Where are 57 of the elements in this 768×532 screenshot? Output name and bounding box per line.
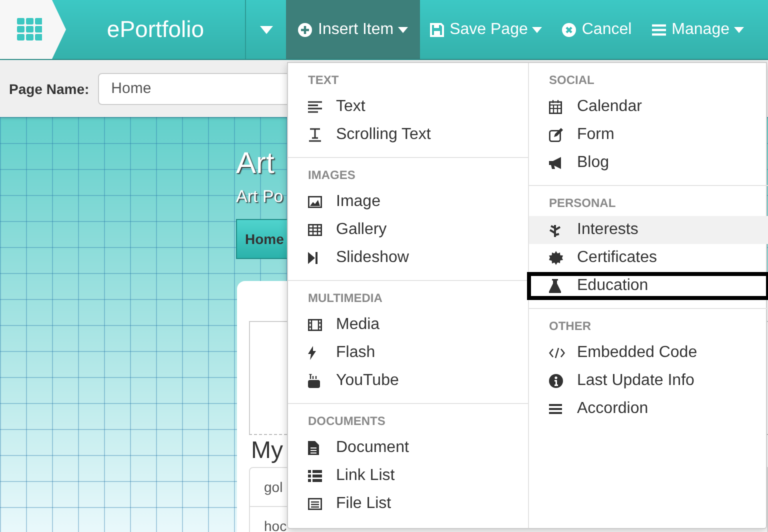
menu-section-header: MULTIMEDIA xyxy=(308,290,384,307)
menu-item[interactable]: Link List xyxy=(288,462,528,490)
menu-section-header: OTHER xyxy=(549,318,592,335)
section-heading: My xyxy=(251,437,283,465)
app-launcher-tab[interactable] xyxy=(0,0,66,59)
info-icon xyxy=(549,374,563,388)
menu-item[interactable]: File List xyxy=(288,490,528,518)
menu-item[interactable]: Last Update Info xyxy=(529,367,768,395)
menu-item[interactable]: Education xyxy=(527,272,768,300)
menu-icon xyxy=(549,403,562,415)
close-icon xyxy=(562,22,576,36)
lightning-icon xyxy=(308,346,316,360)
film-icon xyxy=(308,319,322,331)
menu-item[interactable]: Media xyxy=(288,311,528,339)
site-subtitle: Art Po xyxy=(236,187,284,207)
menu-item[interactable]: Document xyxy=(288,434,528,462)
align-left-icon xyxy=(308,101,322,113)
flask-icon xyxy=(549,279,561,293)
certificate-icon xyxy=(549,251,563,265)
grid-icon xyxy=(16,18,42,41)
menu-item[interactable]: YouTube xyxy=(288,367,528,395)
menu-item[interactable]: Scrolling Text xyxy=(288,121,528,149)
megaphone-icon xyxy=(549,157,563,169)
app-title: ePortfolio xyxy=(66,0,246,59)
plus-circle-icon xyxy=(298,22,312,36)
floppy-icon xyxy=(430,22,444,36)
leaf-icon xyxy=(549,223,561,237)
menu-item[interactable]: Embedded Code xyxy=(529,339,768,367)
calendar-icon xyxy=(549,100,562,114)
step-forward-icon xyxy=(308,252,318,264)
menu-icon xyxy=(652,24,666,36)
picture-icon xyxy=(308,196,322,208)
menu-item[interactable]: Form xyxy=(529,121,768,149)
code-icon xyxy=(549,347,565,359)
menu-item[interactable]: Calendar xyxy=(529,93,768,121)
site-title: Art xyxy=(236,147,274,181)
document-icon xyxy=(308,441,319,455)
list-box-icon xyxy=(308,498,322,510)
field-label: Page Name: xyxy=(9,80,90,96)
menu-section-header: DOCUMENTS xyxy=(308,413,386,430)
menu-item[interactable]: Certificates xyxy=(529,244,768,272)
table-icon xyxy=(308,224,322,236)
menu-item[interactable]: Accordion xyxy=(529,395,768,423)
menu-section-header: IMAGES xyxy=(308,167,356,184)
menu-item[interactable]: Image xyxy=(288,188,528,216)
menu-item[interactable]: Blog xyxy=(529,149,768,177)
edit-icon xyxy=(549,128,563,142)
menu-section-header: SOCIAL xyxy=(549,72,596,89)
video-logo-icon xyxy=(308,374,320,388)
menu-item[interactable]: Flash xyxy=(288,339,528,367)
list-icon xyxy=(308,470,322,482)
text-height-icon xyxy=(308,128,322,142)
menu-section-header: TEXT xyxy=(308,72,340,89)
menu-section-header: PERSONAL xyxy=(549,195,617,212)
caret-icon xyxy=(260,26,272,34)
menu-item[interactable]: Interests xyxy=(529,216,768,244)
toolbar-button[interactable]: Insert Item xyxy=(286,0,420,59)
